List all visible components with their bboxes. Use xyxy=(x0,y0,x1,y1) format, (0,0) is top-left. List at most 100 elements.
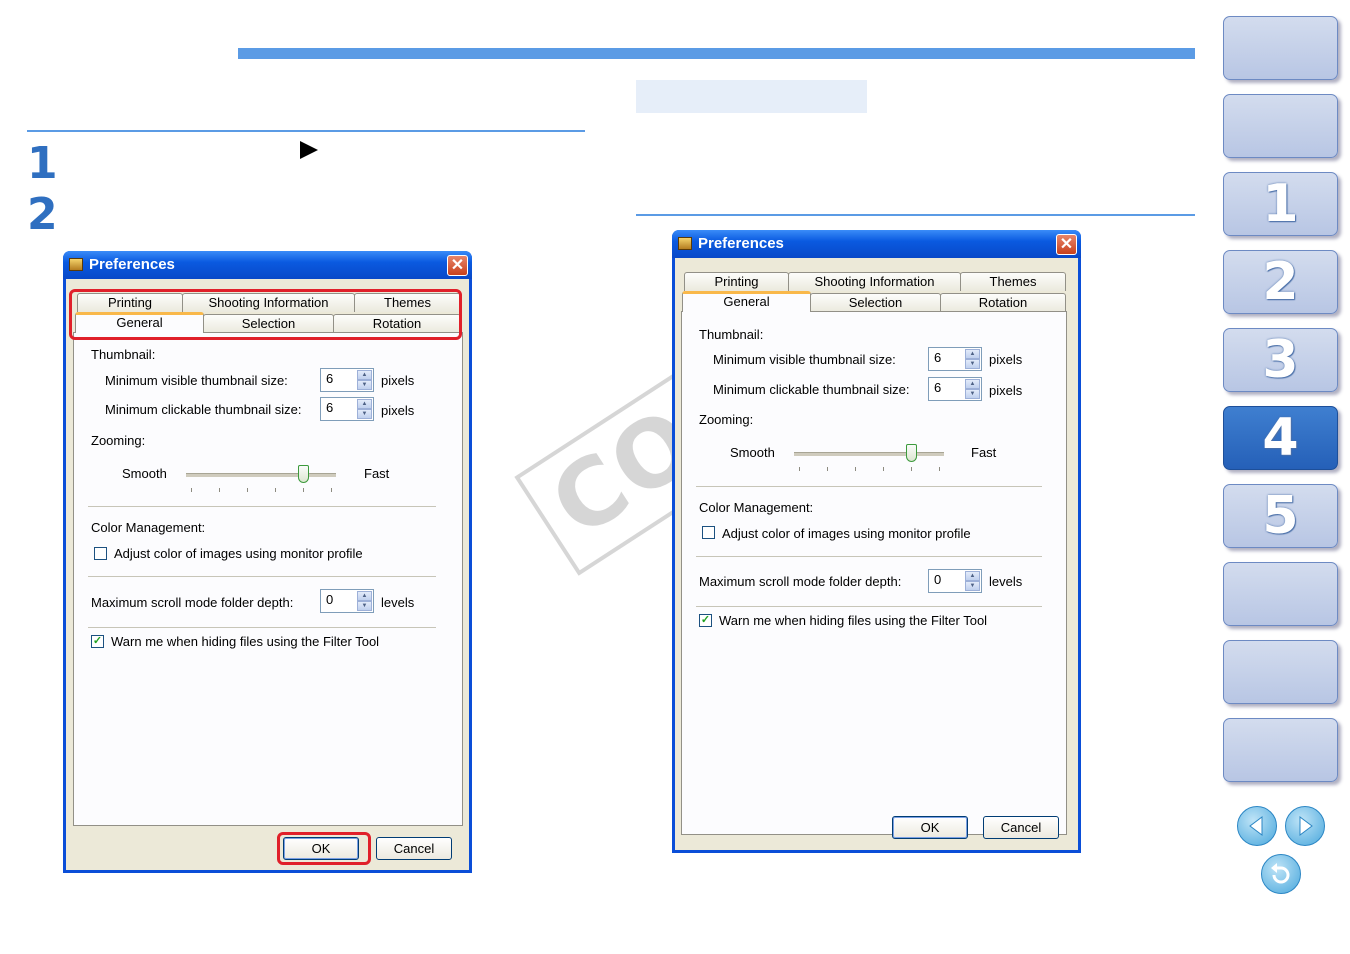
scroll-depth-label: Maximum scroll mode folder depth: xyxy=(699,574,902,589)
separator xyxy=(88,506,436,507)
min-clickable-stepper[interactable]: 6 ▲ ▼ xyxy=(928,377,982,401)
separator xyxy=(88,576,436,577)
sidebar-button-reference[interactable] xyxy=(1223,562,1338,626)
preferences-dialog-right: Preferences ✕ Printing Shooting Informat… xyxy=(672,230,1081,853)
app-icon xyxy=(678,237,692,250)
tab-general[interactable]: General xyxy=(682,291,811,312)
sidebar-button-cover[interactable] xyxy=(1223,16,1338,80)
color-management-heading: Color Management: xyxy=(91,520,206,535)
spin-down-icon[interactable]: ▼ xyxy=(965,389,980,399)
sidebar-button-contents[interactable] xyxy=(1223,94,1338,158)
min-visible-stepper[interactable]: 6 ▲ ▼ xyxy=(320,368,374,392)
spin-up-icon[interactable]: ▲ xyxy=(357,399,372,409)
left-triangle-icon xyxy=(1249,816,1263,836)
spin-up-icon[interactable]: ▲ xyxy=(965,379,980,389)
slider-tick xyxy=(883,467,884,471)
spin-up-icon[interactable]: ▲ xyxy=(965,349,980,359)
next-page-icon[interactable] xyxy=(1285,806,1325,846)
spin-up-icon[interactable]: ▲ xyxy=(965,571,980,581)
zoom-slider-thumb[interactable] xyxy=(906,444,917,462)
adjust-color-checkbox[interactable] xyxy=(702,526,715,539)
slider-tick xyxy=(331,488,332,492)
min-clickable-value: 6 xyxy=(326,400,334,415)
slider-tick xyxy=(799,467,800,471)
stepper-buttons: ▲ ▼ xyxy=(965,349,980,369)
spin-down-icon[interactable]: ▼ xyxy=(357,409,372,419)
warn-filter-checkbox[interactable]: ✓ xyxy=(699,614,712,627)
adjust-color-checkbox[interactable] xyxy=(94,547,107,560)
scroll-depth-stepper[interactable]: 0 ▲ ▼ xyxy=(320,589,374,613)
close-button[interactable]: ✕ xyxy=(1056,234,1077,255)
general-panel: Thumbnail: Minimum visible thumbnail siz… xyxy=(681,311,1067,835)
header-bar xyxy=(238,48,1195,59)
scroll-depth-stepper[interactable]: 0 ▲ ▼ xyxy=(928,569,982,593)
adjust-color-label: Adjust color of images using monitor pro… xyxy=(114,546,363,561)
sidebar-button-glossary[interactable] xyxy=(1223,640,1338,704)
cancel-button[interactable]: Cancel xyxy=(983,816,1059,839)
thumbnail-heading: Thumbnail: xyxy=(91,347,156,362)
spin-down-icon[interactable]: ▼ xyxy=(357,380,372,390)
color-management-heading: Color Management: xyxy=(699,500,814,515)
spin-up-icon[interactable]: ▲ xyxy=(357,370,372,380)
prev-page-icon[interactable] xyxy=(1237,806,1277,846)
spin-down-icon[interactable]: ▼ xyxy=(357,601,372,611)
dialog-titlebar: Preferences ✕ xyxy=(63,251,472,279)
pixels-unit: pixels xyxy=(989,352,1023,367)
back-icon[interactable] xyxy=(1261,854,1301,894)
zoom-slider-track xyxy=(186,473,336,477)
sidebar-button-chapter-5[interactable]: 5 xyxy=(1223,484,1338,548)
zoom-slider-track xyxy=(794,452,944,456)
min-visible-value: 6 xyxy=(326,371,334,386)
dialog-titlebar: Preferences ✕ xyxy=(672,230,1081,258)
warn-filter-label: Warn me when hiding files using the Filt… xyxy=(111,634,380,649)
app-icon xyxy=(69,258,83,271)
tab-shooting-information[interactable]: Shooting Information xyxy=(788,272,961,291)
min-clickable-label: Minimum clickable thumbnail size: xyxy=(713,382,910,397)
pixels-unit: pixels xyxy=(381,403,415,418)
slider-tick xyxy=(247,488,248,492)
zooming-heading: Zooming: xyxy=(91,433,146,448)
sidebar-button-chapter-3[interactable]: 3 xyxy=(1223,328,1338,392)
zoom-slider-thumb[interactable] xyxy=(298,465,309,483)
spin-up-icon[interactable]: ▲ xyxy=(357,591,372,601)
min-visible-stepper[interactable]: 6 ▲ ▼ xyxy=(928,347,982,371)
spin-down-icon[interactable]: ▼ xyxy=(965,359,980,369)
stepper-buttons: ▲ ▼ xyxy=(357,399,372,419)
sidebar-button-chapter-4[interactable]: 4 xyxy=(1223,406,1338,470)
spin-down-icon[interactable]: ▼ xyxy=(965,581,980,591)
tab-general[interactable]: General xyxy=(75,312,204,333)
stepper-buttons: ▲ ▼ xyxy=(965,379,980,399)
stepper-buttons: ▲ ▼ xyxy=(357,591,372,611)
min-visible-label: Minimum visible thumbnail size: xyxy=(713,352,896,367)
tab-rotation[interactable]: Rotation xyxy=(940,293,1066,312)
slider-tick xyxy=(855,467,856,471)
warn-filter-label: Warn me when hiding files using the Filt… xyxy=(719,613,988,628)
dialog-client: Printing Shooting Information Themes Gen… xyxy=(66,279,469,870)
tab-selection[interactable]: Selection xyxy=(810,293,941,312)
slider-tick xyxy=(275,488,276,492)
scroll-depth-value: 0 xyxy=(326,592,334,607)
sidebar-button-chapter-1[interactable]: 1 xyxy=(1223,172,1338,236)
slider-tick xyxy=(303,488,304,492)
close-button[interactable]: ✕ xyxy=(447,255,468,276)
scroll-depth-value: 0 xyxy=(934,572,942,587)
return-arrow-icon xyxy=(1271,863,1290,884)
section-tag xyxy=(636,80,867,113)
pixels-unit: pixels xyxy=(381,373,415,388)
tab-printing[interactable]: Printing xyxy=(684,272,789,291)
min-clickable-stepper[interactable]: 6 ▲ ▼ xyxy=(320,397,374,421)
sidebar-button-chapter-2[interactable]: 2 xyxy=(1223,250,1338,314)
fast-label: Fast xyxy=(364,466,390,481)
stepper-buttons: ▲ ▼ xyxy=(357,370,372,390)
fast-label: Fast xyxy=(971,445,997,460)
sidebar-button-index[interactable] xyxy=(1223,718,1338,782)
ok-button[interactable]: OK xyxy=(892,816,968,839)
cancel-button[interactable]: Cancel xyxy=(376,837,452,860)
slider-tick xyxy=(939,467,940,471)
tab-themes[interactable]: Themes xyxy=(960,272,1066,291)
thumbnail-heading: Thumbnail: xyxy=(699,327,764,342)
separator xyxy=(696,556,1042,557)
min-clickable-label: Minimum clickable thumbnail size: xyxy=(105,402,302,417)
slider-tick xyxy=(827,467,828,471)
warn-filter-checkbox[interactable]: ✓ xyxy=(91,635,104,648)
